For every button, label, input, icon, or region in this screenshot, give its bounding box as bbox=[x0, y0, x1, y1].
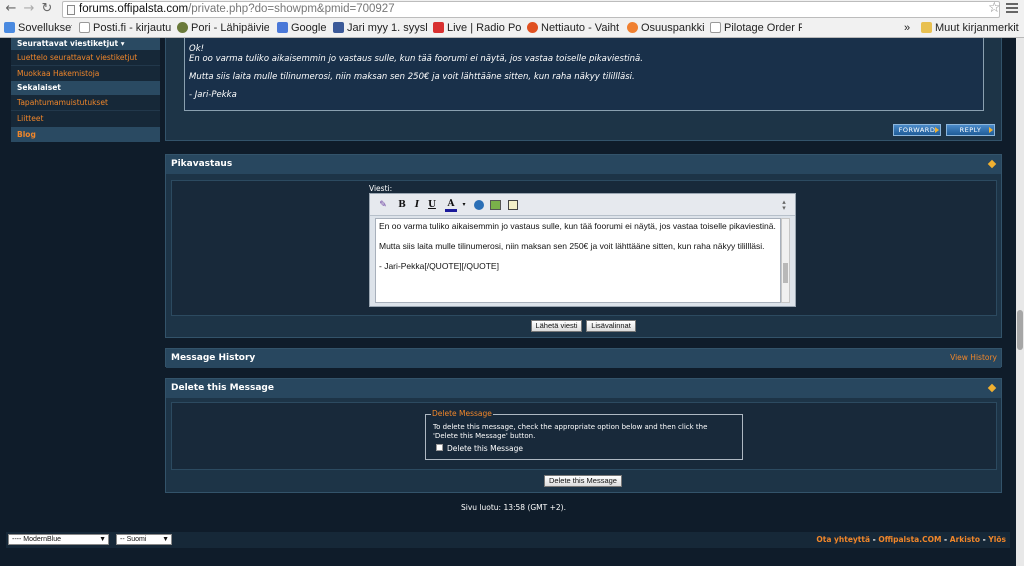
bookmark-apps[interactable]: Sovellukset bbox=[4, 21, 72, 35]
editor-paragraph-2: Mutta siis laita mulle tilinumerosi, nii… bbox=[379, 241, 765, 251]
bank-icon bbox=[627, 22, 638, 33]
link-globe-icon[interactable] bbox=[474, 200, 484, 210]
message-paragraph-2: Mutta siis laita mulle tilinumerosi, nii… bbox=[189, 72, 635, 82]
sidebar-item-list-subscriptions[interactable]: Luettelo seurattavat viestiketjut bbox=[11, 50, 160, 66]
dropdown-arrow-icon: ▼ bbox=[162, 536, 169, 543]
google-icon bbox=[277, 22, 288, 33]
generated-time: Sivu luotu: 13:58 (GMT +2). bbox=[461, 503, 566, 512]
sidebar-item-edit-folders[interactable]: Muokkaa Hakemistoja bbox=[11, 66, 160, 81]
reply-button[interactable]: REPLY bbox=[946, 124, 995, 136]
page-icon bbox=[79, 22, 90, 33]
arrow-right-icon bbox=[989, 127, 993, 133]
delete-checkbox[interactable] bbox=[436, 444, 443, 451]
folder-icon bbox=[921, 22, 932, 33]
address-bar[interactable]: forums.offipalsta.com/private.php?do=sho… bbox=[62, 1, 1000, 18]
delete-instructions: To delete this message, check the approp… bbox=[433, 423, 708, 440]
bookmark-posti[interactable]: Posti.fi - kirjautu bbox=[79, 21, 171, 35]
forum-page: Seurattavat viestiketjut ▾ Luettelo seur… bbox=[0, 38, 1016, 566]
message-history-title: Message History bbox=[166, 349, 1001, 368]
footer-links: Ota yhteyttä - Offipalsta.COM - Arkisto … bbox=[816, 535, 1006, 544]
bookmark-pori[interactable]: Pori - Lähipäivien bbox=[177, 21, 269, 35]
other-bookmarks[interactable]: Muut kirjanmerkit bbox=[921, 21, 1021, 35]
bookmark-osuuspankki[interactable]: Osuuspankki bbox=[627, 21, 705, 35]
message-panel: Ok! En oo varma tuliko aikaisemmin jo va… bbox=[165, 38, 1002, 141]
bookmark-star-icon[interactable]: ☆ bbox=[988, 0, 1001, 17]
underline-icon[interactable]: U bbox=[426, 199, 438, 211]
delete-legend: Delete Message bbox=[431, 409, 493, 418]
sidebar-head-subscriptions[interactable]: Seurattavat viestiketjut ▾ bbox=[11, 38, 160, 50]
archive-link[interactable]: Arkisto bbox=[950, 535, 980, 544]
reload-icon[interactable]: ↻ bbox=[40, 2, 54, 16]
sidebar-head-misc: Sekalaiset bbox=[11, 81, 160, 95]
text-color-icon[interactable]: A bbox=[445, 199, 457, 212]
bold-icon[interactable]: B bbox=[396, 199, 408, 211]
bookmark-nettiauto[interactable]: Nettiauto - Vaihto bbox=[527, 21, 619, 35]
bookmark-facebook[interactable]: Jari myy 1. syysku bbox=[333, 21, 427, 35]
apps-icon bbox=[4, 22, 15, 33]
chevron-down-icon[interactable]: ▾ bbox=[458, 199, 470, 211]
italic-icon[interactable]: I bbox=[411, 199, 423, 211]
dropdown-arrow-icon: ▼ bbox=[99, 536, 106, 543]
forward-button[interactable]: FORWARD bbox=[893, 124, 941, 136]
message-body: Ok! En oo varma tuliko aikaisemmin jo va… bbox=[184, 38, 984, 111]
arrow-right-icon bbox=[935, 127, 939, 133]
page-icon bbox=[710, 22, 721, 33]
bookmarks-bar: Sovellukset Posti.fi - kirjautu Pori - L… bbox=[0, 19, 1024, 37]
quote-icon[interactable] bbox=[508, 200, 518, 210]
delete-message-button[interactable]: Delete this Message bbox=[544, 475, 622, 487]
resize-arrows-icon[interactable]: ▴ ▾ bbox=[778, 199, 790, 212]
delete-checkbox-label: Delete this Message bbox=[447, 444, 523, 453]
editor-toolbar: ✎ B I U A ▾ ▴ ▾ bbox=[370, 194, 795, 216]
editor-paragraph-3: - Jari-Pekka[/QUOTE][/QUOTE] bbox=[379, 261, 499, 271]
delete-fieldset: Delete Message To delete this message, c… bbox=[425, 409, 743, 460]
page-scrollbar[interactable] bbox=[1016, 38, 1024, 566]
view-history-link[interactable]: View History bbox=[950, 353, 997, 362]
bookmark-google[interactable]: Google bbox=[277, 21, 329, 35]
sidebar-item-blog[interactable]: Blog bbox=[11, 127, 160, 142]
sidebar-item-reminders[interactable]: Tapahtumamuistutukset bbox=[11, 95, 160, 111]
globe-icon bbox=[177, 22, 188, 33]
language-select[interactable]: -- Suomi ▼ bbox=[116, 534, 172, 545]
bookmarks-overflow[interactable]: » bbox=[904, 21, 916, 35]
send-message-button[interactable]: Lähetä viesti bbox=[531, 320, 582, 332]
url-path: /private.php?do=showpm&pmid=700927 bbox=[188, 3, 395, 15]
message-paragraph-1: Ok! En oo varma tuliko aikaisemmin jo va… bbox=[189, 44, 643, 64]
bookmark-pilotage[interactable]: Pilotage Order Fo bbox=[710, 21, 802, 35]
url-host: forums.offipalsta.com bbox=[79, 3, 189, 15]
image-icon[interactable] bbox=[490, 200, 501, 210]
browser-chrome: ← → ↻ forums.offipalsta.com/private.php?… bbox=[0, 0, 1024, 38]
switch-mode-icon[interactable]: ✎ bbox=[377, 199, 389, 211]
editor-paragraph-1: En oo varma tuliko aikaisemmin jo vastau… bbox=[379, 221, 776, 231]
message-textarea[interactable]: En oo varma tuliko aikaisemmin jo vastau… bbox=[375, 218, 781, 303]
message-editor: ✎ B I U A ▾ ▴ ▾ En oo varma tuliko aikais… bbox=[369, 193, 796, 307]
bookmark-radio-pori[interactable]: Live | Radio Pori bbox=[433, 21, 521, 35]
editor-scroll-thumb[interactable] bbox=[783, 263, 788, 283]
sidebar-item-attachments[interactable]: Liitteet bbox=[11, 111, 160, 127]
radio-icon bbox=[433, 22, 444, 33]
message-field-label: Viesti: bbox=[369, 184, 393, 193]
facebook-icon bbox=[333, 22, 344, 33]
editor-scrollbar[interactable] bbox=[781, 218, 790, 303]
home-link[interactable]: Offipalsta.COM bbox=[878, 535, 941, 544]
menu-icon[interactable] bbox=[1006, 3, 1018, 15]
nettiauto-icon bbox=[527, 22, 538, 33]
nav-bar: ← → ↻ forums.offipalsta.com/private.php?… bbox=[0, 0, 1024, 19]
page-icon bbox=[67, 5, 75, 15]
back-icon[interactable]: ← bbox=[4, 2, 18, 16]
footer-bar: ---- ModernBlue ▼ -- Suomi ▼ Ota yhteyttä … bbox=[6, 532, 1010, 548]
forward-icon[interactable]: → bbox=[22, 2, 36, 16]
contact-link[interactable]: Ota yhteyttä bbox=[816, 535, 870, 544]
top-link[interactable]: Ylös bbox=[988, 535, 1006, 544]
page-scroll-thumb[interactable] bbox=[1017, 310, 1023, 350]
more-options-button[interactable]: Lisävalinnat bbox=[586, 320, 636, 332]
message-signature: - Jari-Pekka bbox=[189, 90, 237, 100]
delete-message-title: Delete this Message bbox=[166, 379, 1001, 398]
style-select[interactable]: ---- ModernBlue ▼ bbox=[8, 534, 109, 545]
message-history-panel: Message History View History bbox=[165, 348, 1002, 368]
quick-reply-title: Pikavastaus bbox=[166, 155, 1001, 174]
sidebar: Seurattavat viestiketjut ▾ Luettelo seur… bbox=[11, 38, 160, 142]
